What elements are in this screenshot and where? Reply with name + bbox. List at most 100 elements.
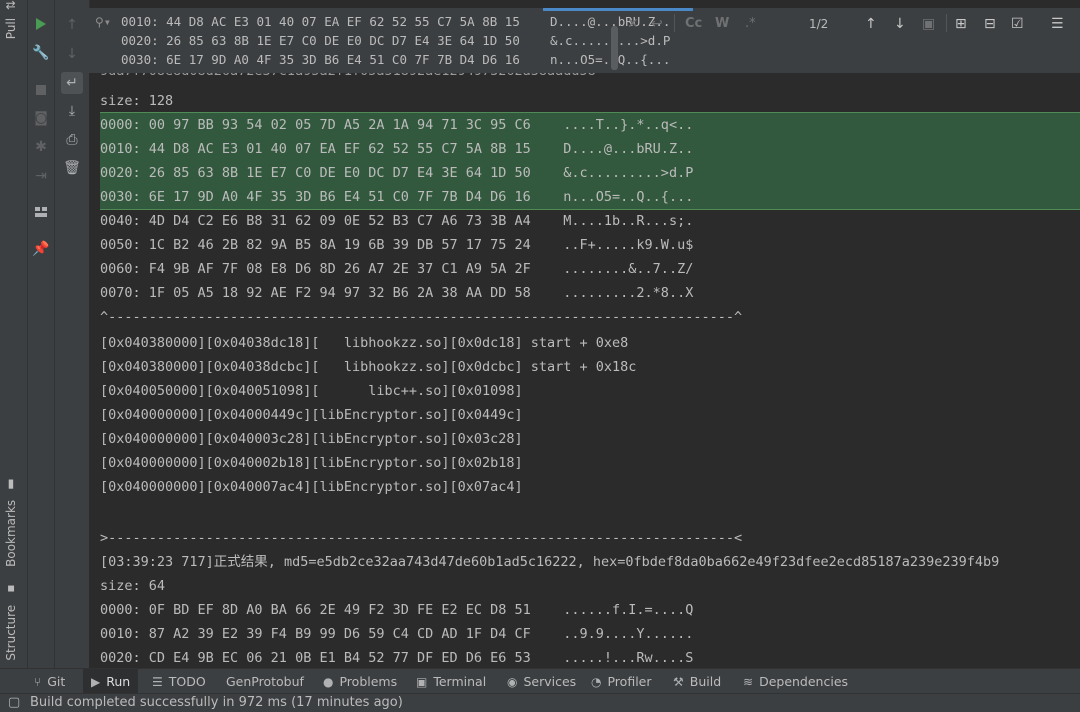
stop-button[interactable] [30, 79, 52, 101]
settings-button[interactable]: 🔧 [30, 42, 52, 64]
exit-button[interactable]: ⇥ [30, 165, 52, 187]
tab-services[interactable]: ◉ Services [507, 669, 576, 694]
filter-icon[interactable]: ☰ [1051, 16, 1064, 32]
previous-match-button[interactable]: ↑ [865, 16, 877, 32]
run-toolbar-primary: 🔧 ◙ ✱ ⇥ 📌 [28, 0, 55, 668]
tab-label: Problems [339, 674, 398, 689]
toggle-selection-icon[interactable]: ☑ [1011, 16, 1024, 32]
soft-wrap-button[interactable]: ↵ [61, 72, 83, 94]
status-message[interactable]: Build completed successfully in 972 ms (… [30, 694, 403, 712]
tab-run[interactable]: ▶ Run [83, 669, 139, 694]
status-toggle-icon[interactable]: ▢ [8, 694, 20, 712]
search-text-line: 0020: 26 85 63 8B 1E E7 C0 DE E0 DC D7 E… [121, 33, 671, 48]
search-icon: ⚲▾ [95, 15, 112, 29]
search-input[interactable]: ⚲▾ 0010: 44 D8 AC E3 01 40 07 EA EF 62 5… [95, 12, 670, 70]
tab-problems[interactable]: ● Problems [323, 669, 397, 694]
pull-requests-tab[interactable]: Pull ⇅ [4, 0, 18, 39]
stack-frame: [0x040380000][0x04038dc18][ libhookzz.so… [100, 335, 629, 351]
tab-genprotobuf[interactable]: GenProtobuf [226, 669, 304, 694]
rerun-button[interactable] [30, 13, 52, 35]
clear-all-button[interactable]: 🗑 [61, 157, 83, 179]
services-icon: ◉ [507, 675, 518, 689]
match-count: 1/2 [809, 17, 829, 31]
tab-label: Git [47, 674, 66, 689]
find-bar: ⚲▾ 0010: 44 D8 AC E3 01 40 07 EA EF 62 5… [89, 8, 1080, 74]
hex-row: 0030: 6E 17 9D A0 4F 35 3D B6 E4 51 C0 7… [100, 189, 694, 205]
hex-row: 0000: 0F BD EF 8D A0 BA 66 2E 49 F2 3D F… [100, 602, 694, 618]
stack-frame: [0x040000000][0x040007ac4][libEncryptor.… [100, 479, 523, 495]
bug-icon: ✱ [35, 139, 47, 155]
console-line: 9da7f708e8d08d26a72e37c1a95a2f1f05a51892… [100, 73, 596, 83]
bookmarks-tab[interactable]: Bookmarks ▮ [4, 478, 18, 567]
status-bar: ▢ Build completed successfully in 972 ms… [0, 693, 1080, 712]
run-toolbar-secondary: ↑ ↓ ↵ ⤓ ⎙ 🗑 [55, 0, 90, 668]
search-field-scrollbar[interactable] [611, 26, 618, 70]
select-all-occurrences-button[interactable]: ▣ [922, 16, 935, 32]
tab-terminal[interactable]: ▣ Terminal [416, 669, 486, 694]
active-tab-indicator [543, 8, 693, 11]
pull-requests-icon: ⇅ [4, 0, 18, 11]
stack-frame: [0x040380000][0x04038dcbc][ libhookzz.so… [100, 359, 637, 375]
bookmark-icon: ▮ [4, 478, 18, 492]
left-tool-strip: Pull ⇅ Bookmarks ▮ Structure ▪ [0, 0, 28, 668]
search-text-line: 0010: 44 D8 AC E3 01 40 07 EA EF 62 52 5… [121, 14, 671, 29]
tab-label: Run [106, 674, 131, 689]
run-icon: ▶ [91, 675, 101, 689]
clear-search-icon[interactable]: ✕ [627, 16, 639, 32]
exit-icon: ⇥ [35, 168, 47, 184]
scroll-to-end-icon: ⤓ [68, 103, 76, 119]
stack-frame: [0x040000000][0x040002b18][libEncryptor.… [100, 455, 523, 471]
pin-button[interactable]: 📌 [30, 238, 52, 260]
console-line: size: 64 [100, 578, 166, 594]
tab-label: TODO [168, 674, 206, 689]
stop-icon [36, 85, 46, 95]
tool-window-bar: ⑂ Git ▶ Run ☰ TODO GenProtobuf ● Problems ▣ T… [0, 668, 1080, 694]
hex-row: 0000: 00 97 BB 93 54 02 05 7D A5 2A 1A 9… [100, 117, 694, 133]
debug-button[interactable]: ✱ [30, 136, 52, 158]
match-case-toggle[interactable]: Cc [685, 16, 702, 31]
hex-row: 0010: 44 D8 AC E3 01 40 07 EA EF 62 52 5… [100, 141, 694, 157]
tab-label: Terminal [433, 674, 487, 689]
trash-icon: 🗑 [63, 160, 81, 176]
tab-dependencies[interactable]: ≋ Dependencies [743, 669, 848, 694]
todo-list-icon: ☰ [152, 675, 163, 689]
hex-row: 0040: 4D D4 C2 E6 B8 31 62 09 0E 52 B3 C… [100, 213, 694, 229]
git-branch-icon: ⑂ [34, 675, 42, 689]
print-button[interactable]: ⎙ [61, 129, 83, 151]
new-line-icon[interactable]: ↩ [651, 16, 663, 32]
scroll-to-end-button[interactable]: ⤓ [61, 100, 83, 122]
wrench-icon: 🔧 [32, 45, 50, 61]
camera-button[interactable]: ◙ [30, 107, 52, 129]
pull-requests-label: Pull [4, 17, 18, 40]
scroll-down-button[interactable]: ↓ [61, 43, 83, 65]
scroll-up-button[interactable]: ↑ [61, 14, 83, 36]
soft-wrap-icon: ↵ [66, 75, 78, 91]
tab-build[interactable]: ⚒ Build [673, 669, 721, 694]
tab-todo[interactable]: ☰ TODO [152, 669, 206, 694]
console-line: ^---------------------------------------… [100, 309, 743, 325]
hex-row: 0070: 1F 05 A5 18 92 AE F2 94 97 32 B6 2… [100, 285, 694, 301]
tab-profiler[interactable]: ◔ Profiler [591, 669, 652, 694]
arrow-up-icon: ↑ [66, 17, 78, 33]
whole-words-toggle[interactable]: W [715, 16, 729, 31]
structure-tab[interactable]: Structure ▪ [4, 583, 18, 661]
next-match-button[interactable]: ↓ [894, 16, 906, 32]
divider [674, 14, 675, 32]
add-selection-icon[interactable]: ⊞ [955, 16, 967, 32]
pin-icon: 📌 [32, 241, 50, 257]
profiler-icon: ◔ [591, 675, 602, 689]
layout-icon [35, 207, 47, 217]
regex-toggle[interactable]: .* [745, 16, 756, 31]
layout-button[interactable] [30, 201, 52, 223]
tab-git[interactable]: ⑂ Git [34, 669, 65, 694]
console-line: >---------------------------------------… [100, 530, 743, 546]
stack-frame: [0x040000000][0x04000449c][libEncryptor.… [100, 407, 523, 423]
divider [946, 14, 947, 32]
remove-selection-icon[interactable]: ⊟ [984, 16, 996, 32]
problems-icon: ● [323, 675, 334, 689]
build-hammer-icon: ⚒ [673, 675, 684, 689]
console-line: size: 128 [100, 93, 174, 109]
console-output[interactable]: 9da7f708e8d08d26a72e37c1a95a2f1f05a51892… [89, 73, 1080, 668]
search-text-line: 0030: 6E 17 9D A0 4F 35 3D B6 E4 51 C0 7… [121, 52, 671, 67]
run-icon [36, 18, 46, 30]
